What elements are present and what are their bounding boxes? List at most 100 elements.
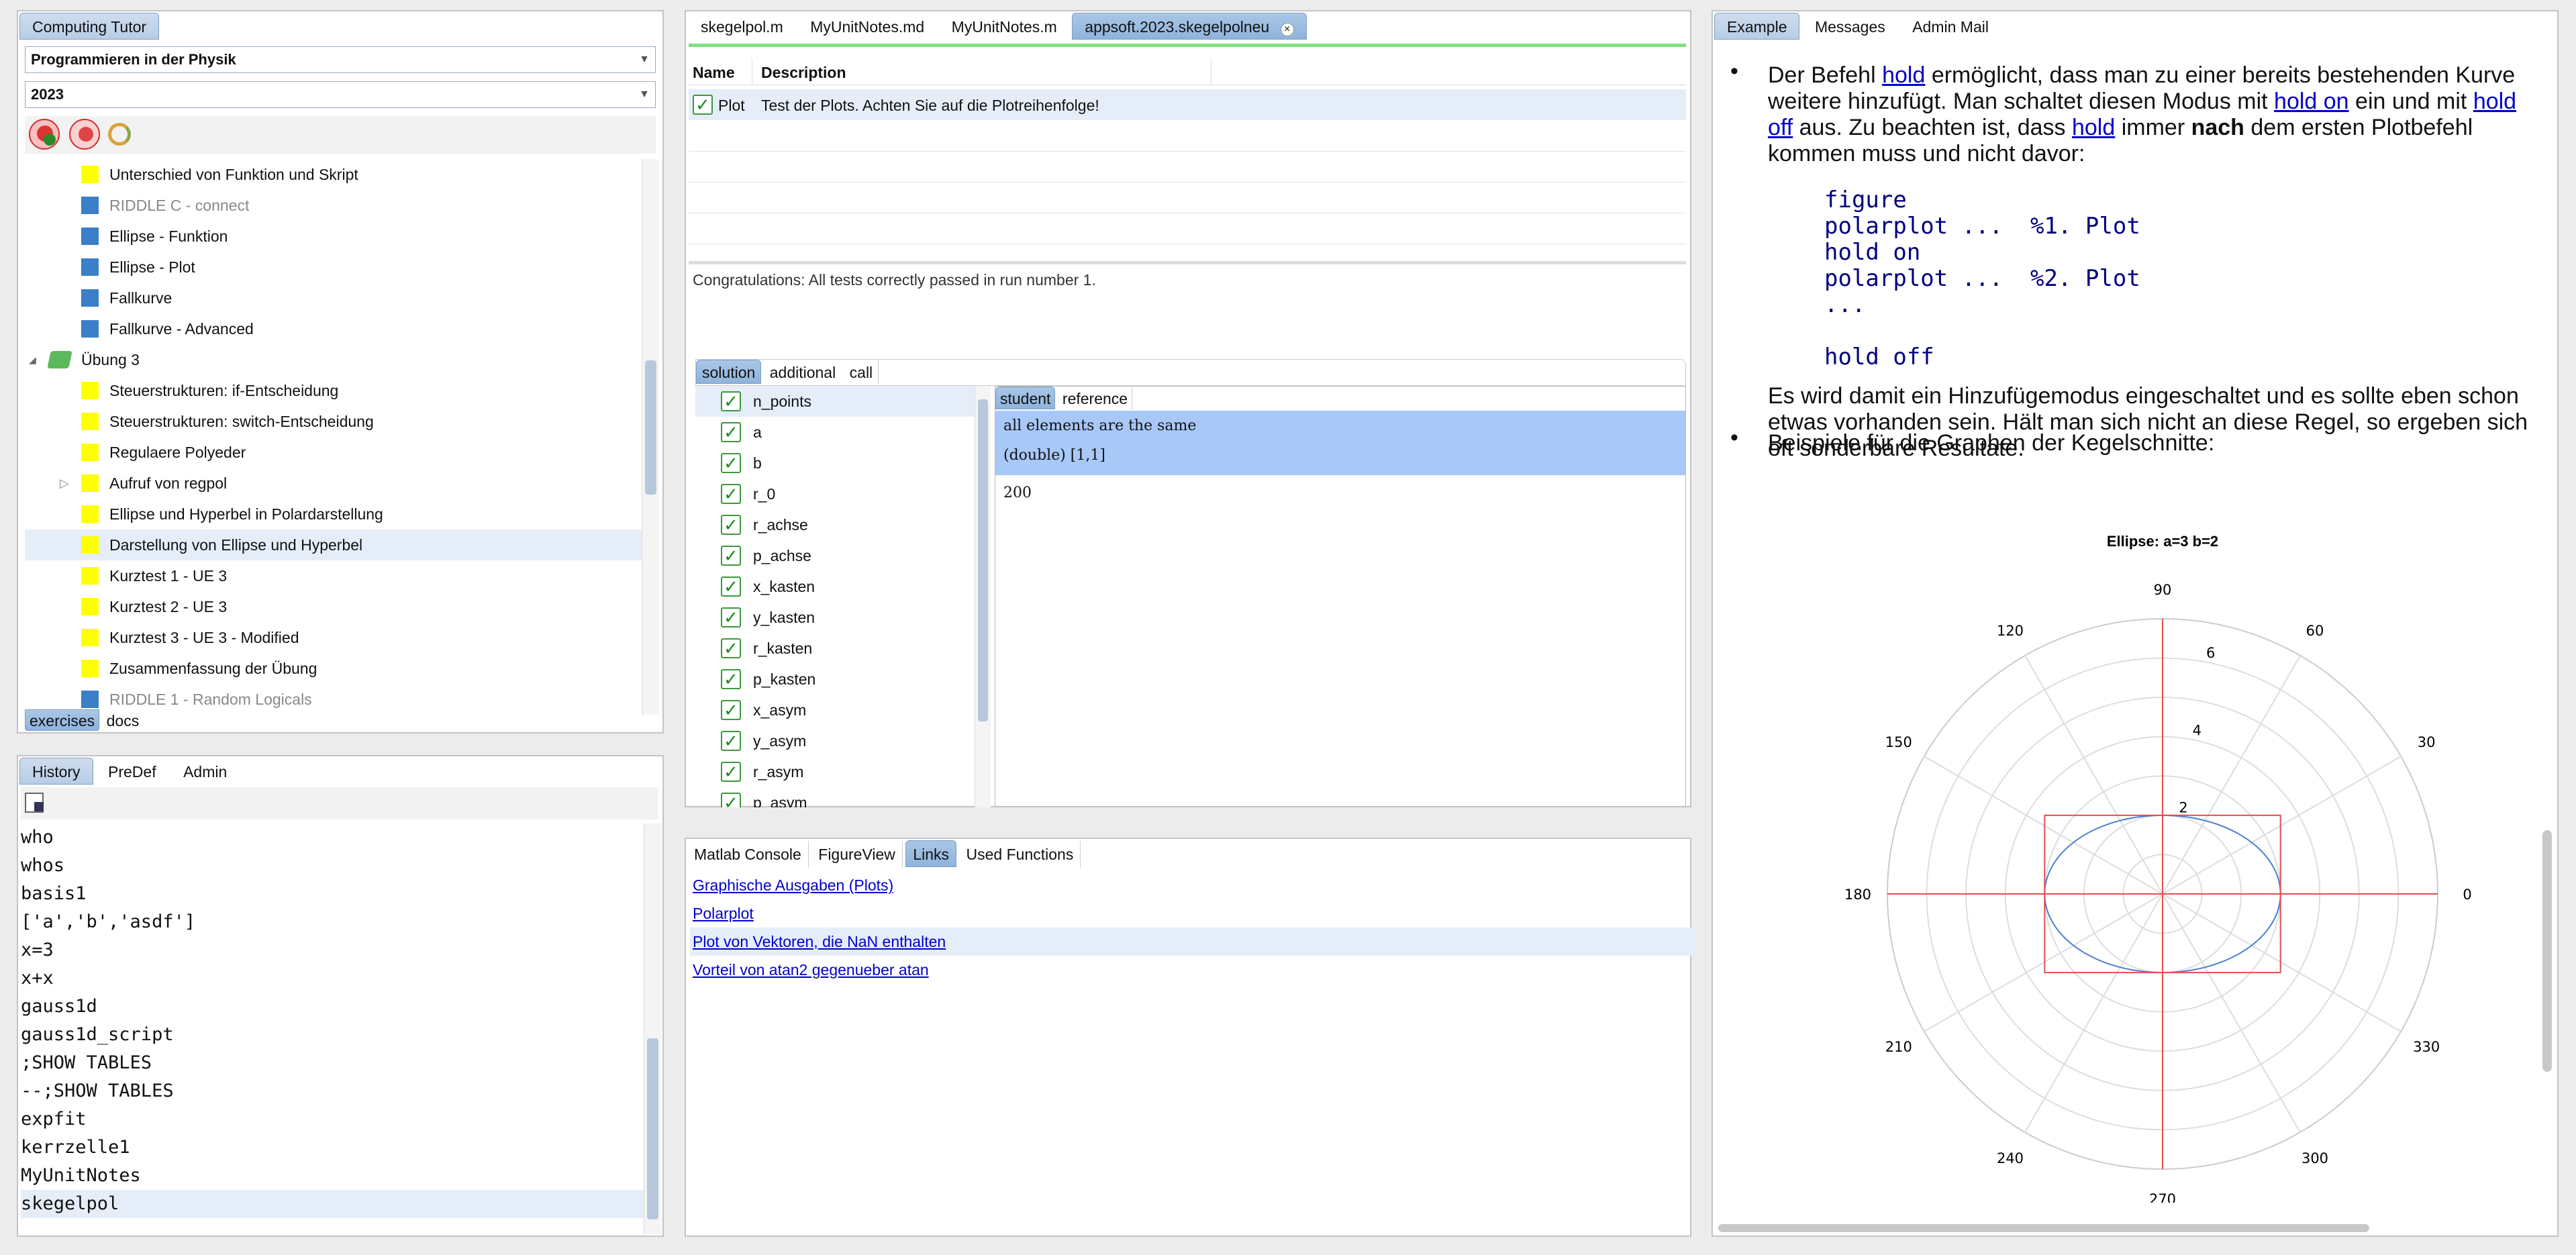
tab-example[interactable]: Example <box>1714 13 1800 40</box>
tab-history[interactable]: History <box>19 758 93 785</box>
tree-item-label: RIDDLE C - connect <box>109 197 250 214</box>
history-item[interactable]: skegelpol <box>21 1190 658 1218</box>
hold-link-2[interactable]: hold <box>2072 115 2115 140</box>
tab-messages[interactable]: Messages <box>1803 13 1897 40</box>
tree-item[interactable]: Kurztest 2 - UE 3 <box>25 591 659 622</box>
doc-hscrollbar[interactable] <box>1713 1221 2538 1236</box>
variable-item[interactable]: ✓ y_kasten <box>695 602 984 633</box>
doc-link[interactable]: Graphische Ausgaben (Plots) <box>690 871 1697 899</box>
tree-item[interactable]: Ellipse - Plot <box>25 252 659 283</box>
tab-myunitnotes-md[interactable]: MyUnitNotes.md <box>798 13 936 40</box>
history-item[interactable]: gauss1d_script <box>21 1021 658 1049</box>
tree-item[interactable]: RIDDLE C - connect <box>25 190 659 221</box>
hold-on-link[interactable]: hold on <box>2274 89 2349 114</box>
doc-link[interactable]: Vorteil von atan2 gegenueber atan <box>690 956 1697 984</box>
history-item[interactable]: gauss1d <box>21 993 658 1021</box>
tab-additional[interactable]: additional <box>764 360 841 385</box>
variable-item[interactable]: ✓ p_achse <box>695 540 984 571</box>
text: Der Befehl <box>1768 62 1883 88</box>
tab-predef[interactable]: PreDef <box>96 758 168 785</box>
expand-icon[interactable]: ◢ <box>29 344 36 375</box>
variable-item[interactable]: ✓ r_0 <box>695 479 984 509</box>
history-item[interactable]: x=3 <box>21 936 658 964</box>
history-item[interactable]: expfit <box>21 1105 658 1134</box>
test-description: Test der Plots. Achten Sie auf die Plotr… <box>761 97 1099 114</box>
tree-scrollbar[interactable] <box>642 159 659 715</box>
tab-skegelpol-m[interactable]: skegelpol.m <box>689 13 795 40</box>
doc-link[interactable]: Polarplot <box>690 899 1697 927</box>
variable-item[interactable]: ✓ n_points <box>695 386 984 417</box>
tab-student[interactable]: student <box>995 387 1056 409</box>
refresh-icon[interactable] <box>108 123 131 146</box>
bold-word: nach <box>2191 115 2244 140</box>
expand-icon[interactable]: ▷ <box>60 468 69 499</box>
tree-item[interactable]: Darstellung von Ellipse und Hyperbel <box>25 530 659 560</box>
variable-item[interactable]: ✓ p_kasten <box>695 664 984 695</box>
history-item[interactable]: kerrzelle1 <box>21 1134 658 1162</box>
tab-call[interactable]: call <box>844 360 879 385</box>
tree-item[interactable]: ▷ Aufruf von regpol <box>25 468 659 499</box>
doc-link[interactable]: Plot von Vektoren, die NaN enthalten <box>690 927 1697 956</box>
angle-tick-label: 90 <box>2154 582 2172 598</box>
grid-spoke <box>1924 756 2163 895</box>
history-item[interactable]: ;SHOW TABLES <box>21 1049 658 1077</box>
variable-item[interactable]: ✓ p_asym <box>695 787 984 807</box>
tab-matlab-console[interactable]: Matlab Console <box>687 841 809 868</box>
tab-exercises[interactable]: exercises <box>25 709 100 731</box>
tree-item[interactable]: Regulaere Polyeder <box>25 437 659 468</box>
history-scrollbar[interactable] <box>644 823 661 1234</box>
tab-docs[interactable]: docs <box>103 710 144 732</box>
year-select[interactable]: 2023 ▼ <box>25 81 656 108</box>
history-item[interactable]: --;SHOW TABLES <box>21 1077 658 1105</box>
tab-computing-tutor[interactable]: Computing Tutor <box>19 13 160 40</box>
chart-title: Ellipse: a=3 b=2 <box>2107 533 2218 550</box>
tree-item[interactable]: Kurztest 1 - UE 3 <box>25 560 659 591</box>
history-item[interactable]: MyUnitNotes <box>21 1162 658 1190</box>
tree-item[interactable]: Kurztest 3 - UE 3 - Modified <box>25 622 659 653</box>
tree-item[interactable]: Ellipse - Funktion <box>25 221 659 252</box>
variable-scrollbar[interactable] <box>975 386 991 807</box>
tab-solution[interactable]: solution <box>696 360 762 384</box>
tab-figureview[interactable]: FigureView <box>811 841 903 868</box>
tree-item[interactable]: Steuerstrukturen: if-Entscheidung <box>25 375 659 406</box>
doc-vscrollbar[interactable] <box>2540 45 2555 1226</box>
text: ein und mit <box>2348 89 2473 114</box>
variable-item[interactable]: ✓ r_asym <box>695 756 984 787</box>
tab-admin-mail[interactable]: Admin Mail <box>1900 13 2001 40</box>
polar-chart: Ellipse: a=3 b=2 0 30 60 90 120 150 180 210 240 27… <box>1844 533 2472 1203</box>
history-item[interactable]: who <box>21 823 658 852</box>
variable-item[interactable]: ✓ y_asym <box>695 725 984 756</box>
tab-reference[interactable]: reference <box>1058 387 1133 410</box>
tab-used-functions[interactable]: Used Functions <box>960 841 1081 868</box>
variable-item[interactable]: ✓ a <box>695 417 984 448</box>
tab-myunitnotes-m[interactable]: MyUnitNotes.m <box>940 13 1069 40</box>
history-item[interactable]: whos <box>21 852 658 880</box>
tree-item[interactable]: Unterschied von Funktion und Skript <box>25 159 659 190</box>
tree-item[interactable]: Zusammenfassung der Übung <box>25 653 659 684</box>
course-select[interactable]: Programmieren in der Physik ▼ <box>25 46 656 73</box>
history-item[interactable]: ['a','b','asdf'] <box>21 908 658 936</box>
tab-appsoft-skegelpolneu[interactable]: appsoft.2023.skegelpolneu × <box>1072 13 1307 40</box>
tab-links[interactable]: Links <box>905 840 957 867</box>
tree-item[interactable]: ◢ Übung 3 <box>25 344 659 375</box>
test-row[interactable]: ✓ Plot Test der Plots. Achten Sie auf di… <box>689 89 1686 120</box>
tree-item[interactable]: Steuerstrukturen: switch-Entscheidung <box>25 406 659 437</box>
variable-item[interactable]: ✓ x_asym <box>695 695 984 725</box>
close-icon[interactable]: × <box>1280 23 1294 36</box>
variable-item[interactable]: ✓ r_achse <box>695 509 984 540</box>
clear-history-icon[interactable] <box>25 793 44 813</box>
variable-item[interactable]: ✓ x_kasten <box>695 571 984 602</box>
reset-icon[interactable] <box>69 119 100 150</box>
new-exercise-icon[interactable] <box>29 119 60 150</box>
hold-link[interactable]: hold <box>1882 62 1925 88</box>
history-item[interactable]: basis1 <box>21 880 658 908</box>
tree-item[interactable]: Fallkurve - Advanced <box>25 313 659 344</box>
variable-item[interactable]: ✓ r_kasten <box>695 633 984 664</box>
variable-item[interactable]: ✓ b <box>695 448 984 479</box>
history-panel: History PreDef Admin who whos basis1 ['a','… <box>17 755 664 1237</box>
tree-item[interactable]: Ellipse und Hyperbel in Polardarstellung <box>25 499 659 530</box>
tree-item[interactable]: Fallkurve <box>25 283 659 313</box>
history-item[interactable]: x+x <box>21 964 658 993</box>
tab-admin[interactable]: Admin <box>171 758 239 785</box>
column-header-name: Name <box>693 64 735 81</box>
